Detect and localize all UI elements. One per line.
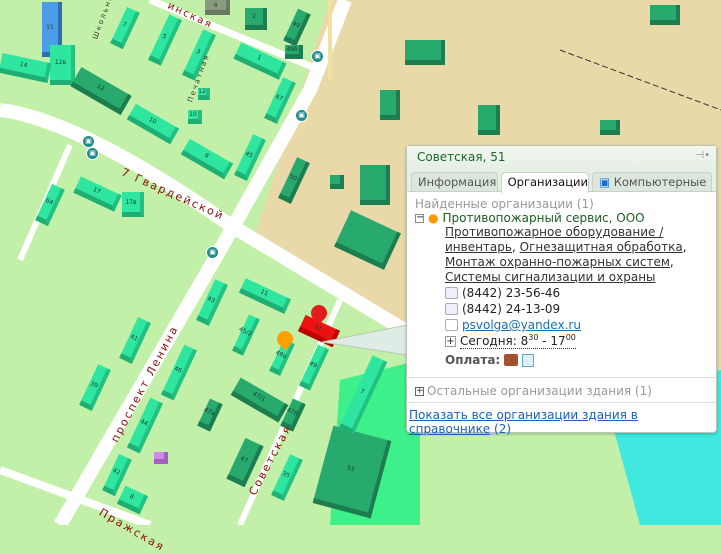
popup-tabs: Информация Организации ▣ Компьютерные ..…: [407, 170, 716, 193]
building: [478, 105, 500, 135]
tab-organizations[interactable]: Организации: [500, 172, 590, 193]
building: [405, 40, 445, 65]
hours-today[interactable]: Сегодня: 830 - 1700: [460, 333, 576, 349]
fax-icon: [445, 287, 458, 299]
found-orgs-label: Найденные организации (1): [415, 197, 594, 211]
building: 12в: [50, 45, 75, 85]
popup-title: Советская, 51: [417, 150, 506, 164]
building: 2: [245, 8, 267, 30]
building: 49б: [285, 45, 303, 59]
payment-label: Оплата:: [445, 353, 501, 367]
building: [600, 120, 620, 135]
pin-icon[interactable]: ⊣•: [695, 150, 710, 161]
other-orgs-toggle[interactable]: Остальные организации здания (1): [427, 384, 652, 398]
building: 17в: [122, 192, 144, 217]
building: 12: [198, 88, 210, 100]
building: 10: [188, 110, 202, 124]
monitor-icon: ▣: [599, 175, 614, 189]
org-categories: Противопожарное оборудование / инвентарь…: [445, 225, 687, 284]
show-all-count: (2): [494, 422, 512, 436]
building: [380, 90, 400, 120]
bus-stop-icon[interactable]: ▣: [206, 246, 219, 259]
expand-icon[interactable]: +: [415, 386, 424, 396]
email-link[interactable]: psvolga@yandex.ru: [462, 318, 581, 332]
tab-computers[interactable]: ▣ Компьютерные ...: [592, 172, 712, 191]
card-icon: [522, 353, 535, 367]
collapse-icon[interactable]: −: [415, 212, 424, 223]
fax-number: (8442) 23-56-46: [462, 286, 561, 300]
show-all-orgs-link[interactable]: Показать все организации здания в справо…: [409, 408, 638, 436]
category-link[interactable]: Монтаж охранно-пожарных систем: [445, 255, 670, 269]
building: 4: [205, 0, 230, 15]
info-popup: Советская, 51 ⊣• Информация Организации ▣…: [406, 145, 717, 436]
email-icon: [445, 319, 458, 331]
building: [330, 175, 344, 189]
tab-info[interactable]: Информация: [411, 172, 498, 191]
phone-icon: [445, 303, 458, 315]
phone-number: (8442) 24-13-09: [462, 302, 561, 316]
bus-stop-icon[interactable]: ▣: [311, 50, 324, 63]
building: [360, 165, 390, 205]
org-marker-icon: ●: [428, 211, 439, 225]
bus-stop-icon[interactable]: ▣: [295, 109, 308, 122]
building: [154, 452, 168, 464]
expand-hours-icon[interactable]: +: [445, 335, 456, 347]
bus-stop-icon[interactable]: ▣: [86, 147, 99, 160]
category-link[interactable]: Огнезащитная обработка: [520, 240, 683, 254]
category-link[interactable]: Системы сигнализации и охраны: [445, 270, 656, 284]
building: [650, 5, 680, 25]
wallet-icon: [504, 354, 519, 366]
org-name: Противопожарный сервис, ООО: [442, 211, 645, 225]
